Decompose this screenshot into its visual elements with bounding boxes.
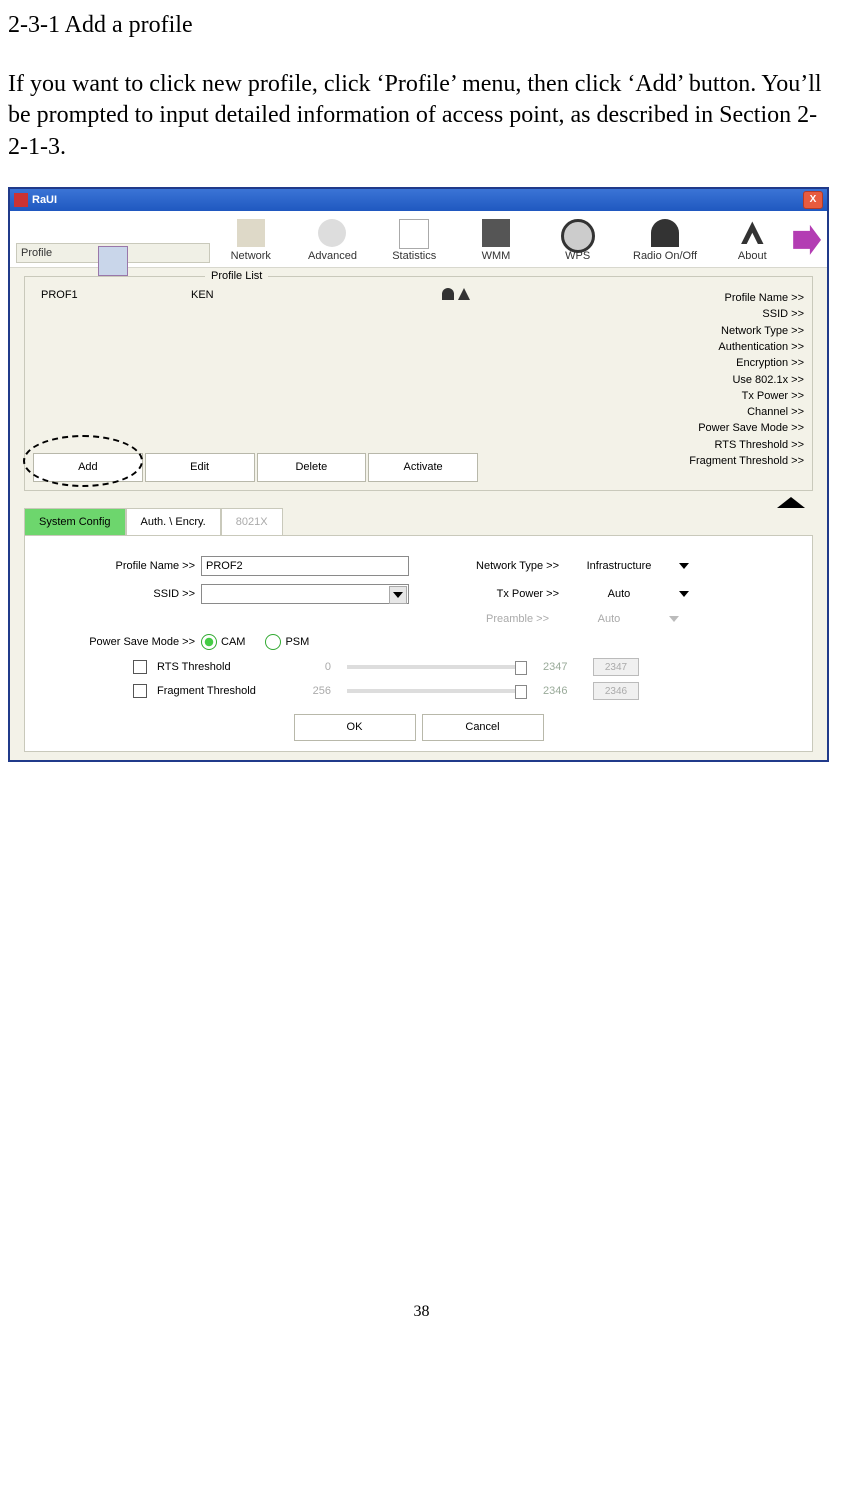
cam-label: CAM [221, 636, 245, 648]
rts-checkbox[interactable] [133, 660, 147, 674]
main-toolbar: Profile Network Advanced Statistics WMM … [10, 211, 827, 268]
txpower-value[interactable]: Auto [569, 587, 669, 601]
window-title: RaUI [32, 193, 57, 207]
rts-value-box: 2347 [593, 658, 639, 676]
tab-network-label: Network [231, 250, 271, 262]
profile-name-label: Profile Name >> [39, 559, 201, 573]
expand-arrow-icon[interactable] [793, 225, 821, 255]
edit-button[interactable]: Edit [145, 453, 255, 481]
page-number: 38 [8, 1302, 835, 1323]
network-type-value[interactable]: Infrastructure [569, 559, 669, 573]
add-button[interactable]: Add [33, 453, 143, 481]
tab-network[interactable]: Network [210, 217, 292, 263]
frag-checkbox[interactable] [133, 684, 147, 698]
config-panel: Profile Name >> PROF2 Network Type >> In… [24, 535, 813, 752]
frag-label: Fragment Threshold [157, 684, 287, 698]
detail-network-type: Network Type >> [634, 324, 804, 338]
tab-wmm[interactable]: WMM [455, 217, 537, 263]
psm-radio[interactable]: PSM [265, 634, 309, 650]
frag-slider[interactable] [347, 689, 527, 693]
profile-list-legend: Profile List [205, 269, 268, 283]
delete-button[interactable]: Delete [257, 453, 367, 481]
profile-details: Profile Name >> SSID >> Network Type >> … [490, 285, 804, 482]
frag-value-box: 2346 [593, 682, 639, 700]
activate-button[interactable]: Activate [368, 453, 478, 481]
tab-wps[interactable]: WPS [537, 217, 619, 263]
detail-authentication: Authentication >> [634, 340, 804, 354]
tab-wmm-label: WMM [482, 250, 511, 262]
tab-profile-label: Profile [21, 246, 52, 260]
profile-ssid-cell: KEN [191, 288, 391, 302]
rts-min: 0 [297, 660, 331, 674]
section-heading: 2-3-1 Add a profile [8, 10, 835, 41]
txpower-label: Tx Power >> [439, 587, 559, 601]
preamble-label: Preamble >> [429, 612, 549, 626]
frag-min: 256 [297, 684, 331, 698]
ok-button[interactable]: OK [294, 714, 416, 740]
tab-about[interactable]: About [711, 217, 793, 263]
tab-profile[interactable]: Profile [16, 243, 210, 263]
detail-frag: Fragment Threshold >> [634, 454, 804, 468]
dropdown-icon [669, 616, 679, 622]
tab-auth-encry[interactable]: Auth. \ Encry. [126, 508, 221, 535]
rts-slider[interactable] [347, 665, 527, 669]
raui-window: RaUI X Profile Network Advanced Statisti… [8, 187, 829, 762]
tab-statistics-label: Statistics [392, 250, 436, 262]
dropdown-icon[interactable] [389, 586, 407, 604]
cancel-button[interactable]: Cancel [422, 714, 544, 740]
app-icon [14, 193, 28, 207]
detail-psm: Power Save Mode >> [634, 421, 804, 435]
psm-label: Power Save Mode >> [39, 635, 201, 649]
psm-opt-label: PSM [285, 636, 309, 648]
detail-8021x: Use 802.1x >> [634, 373, 804, 387]
cam-radio[interactable]: CAM [201, 634, 245, 650]
detail-rts: RTS Threshold >> [634, 438, 804, 452]
section-paragraph: If you want to click new profile, click … [8, 69, 835, 163]
signal-icon [458, 288, 470, 300]
tab-system-config[interactable]: System Config [24, 508, 126, 535]
security-icon [442, 288, 454, 300]
profile-name-input[interactable]: PROF2 [201, 556, 409, 576]
title-bar[interactable]: RaUI X [10, 189, 827, 211]
detail-ssid: SSID >> [634, 307, 804, 321]
profile-list-frame: Profile List PROF1 KEN Add Edit Delete [24, 276, 813, 491]
tab-advanced[interactable]: Advanced [292, 217, 374, 263]
rts-label: RTS Threshold [157, 660, 287, 674]
profile-row[interactable]: PROF1 KEN [33, 285, 478, 305]
dropdown-icon[interactable] [679, 563, 689, 569]
preamble-value: Auto [559, 612, 659, 626]
ssid-select[interactable] [201, 584, 409, 604]
collapse-icon[interactable] [777, 497, 805, 508]
detail-txpower: Tx Power >> [634, 389, 804, 403]
frag-max: 2346 [543, 684, 583, 698]
tab-radio-label: Radio On/Off [633, 250, 697, 262]
detail-profile-name: Profile Name >> [634, 291, 804, 305]
detail-encryption: Encryption >> [634, 356, 804, 370]
ssid-label: SSID >> [39, 587, 201, 601]
network-type-label: Network Type >> [439, 559, 559, 573]
close-button[interactable]: X [803, 191, 823, 209]
dropdown-icon[interactable] [679, 591, 689, 597]
detail-channel: Channel >> [634, 405, 804, 419]
profile-name-cell: PROF1 [41, 288, 191, 302]
rts-max: 2347 [543, 660, 583, 674]
tab-advanced-label: Advanced [308, 250, 357, 262]
tab-about-label: About [738, 250, 767, 262]
tab-8021x: 8021X [221, 508, 283, 535]
tab-statistics[interactable]: Statistics [373, 217, 455, 263]
tab-radio[interactable]: Radio On/Off [619, 217, 712, 263]
